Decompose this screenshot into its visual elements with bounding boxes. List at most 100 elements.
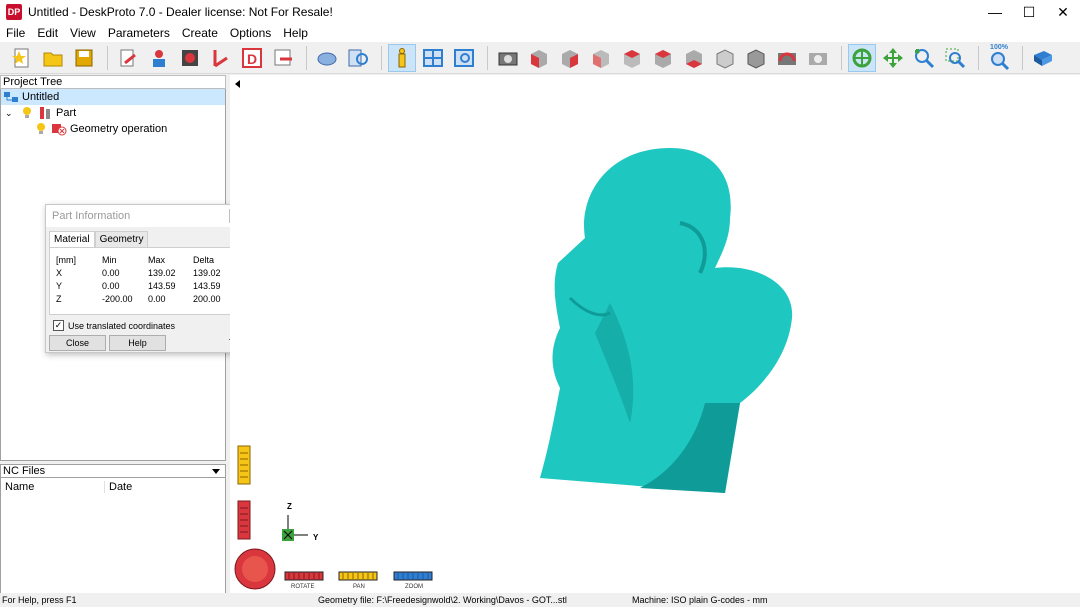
toolbar-separator (487, 45, 488, 70)
menu-view[interactable]: View (64, 26, 102, 40)
view-left-button[interactable] (587, 44, 615, 72)
wizard-button[interactable] (114, 44, 142, 72)
zoom-bar-icon[interactable] (393, 571, 433, 581)
nc-files-header: NC Files (0, 464, 226, 478)
3d-button[interactable] (176, 44, 204, 72)
view-right-button[interactable] (618, 44, 646, 72)
project-tree-header: Project Tree (0, 75, 226, 89)
menu-parameters[interactable]: Parameters (102, 26, 176, 40)
help-dialog-button[interactable]: Help (109, 335, 166, 351)
rotate-bar-icon[interactable] (284, 571, 324, 581)
title-bar: DP Untitled - DeskProto 7.0 - Dealer lic… (0, 0, 1080, 24)
pan-bar-icon[interactable] (338, 571, 378, 581)
d-icon: D (242, 47, 262, 68)
view-iso-button[interactable] (711, 44, 739, 72)
tree-item-part[interactable]: ⌄ Part (1, 105, 225, 121)
rotate-mode-button[interactable] (848, 43, 876, 72)
book-icon (1034, 50, 1052, 66)
layout-button[interactable] (419, 44, 447, 72)
column-date[interactable]: Date (109, 481, 132, 493)
import-button[interactable] (145, 44, 173, 72)
dialog-tabs: Material Geometry (49, 231, 149, 247)
rotate-view-button[interactable] (773, 44, 801, 72)
open-folder-icon (43, 52, 63, 66)
camera-button[interactable] (494, 44, 522, 72)
tree-item-geometry-operation[interactable]: Geometry operation (1, 121, 225, 137)
menu-create[interactable]: Create (176, 26, 224, 40)
view-front-button[interactable] (525, 44, 553, 72)
3d-viewport[interactable]: Z Y ROTATE PAN ZOOM (230, 75, 1080, 593)
axis-triad-icon (282, 515, 308, 541)
camera-icon (498, 52, 518, 65)
zoom-mode-button[interactable] (910, 44, 938, 72)
view-button[interactable] (450, 44, 478, 72)
tree-item-label: Geometry operation (70, 123, 168, 135)
checkbox-label: Use translated coordinates (68, 320, 176, 331)
dropdown-arrow-icon[interactable] (212, 469, 220, 474)
view-top-button[interactable] (649, 44, 677, 72)
view-back-button[interactable] (556, 44, 584, 72)
red-slider-icon[interactable] (237, 500, 251, 540)
menu-help[interactable]: Help (277, 26, 314, 40)
view-bottom-button[interactable] (680, 44, 708, 72)
save-button[interactable] (70, 44, 98, 72)
yellow-slider-icon[interactable] (237, 445, 251, 485)
zoom-window-button[interactable] (941, 44, 969, 72)
maximize-button[interactable]: ☐ (1012, 0, 1046, 24)
close-button[interactable]: ✕ (1046, 0, 1080, 24)
viewport-side-strip (230, 75, 254, 593)
vector-button[interactable] (207, 44, 235, 72)
translated-coords-checkbox[interactable]: ✓ (53, 320, 64, 331)
collapse-arrow-icon[interactable] (233, 79, 243, 89)
column-name[interactable]: Name (5, 481, 105, 493)
export-button[interactable] (269, 44, 297, 72)
view-front-icon (531, 49, 547, 68)
new-file-icon (12, 48, 29, 67)
view-right-icon (624, 49, 640, 68)
translated-coords-row: ✓ Use translated coordinates (53, 320, 175, 331)
tree-item-untitled[interactable]: Untitled (1, 89, 225, 105)
menu-edit[interactable]: Edit (31, 26, 64, 40)
cell: X (56, 268, 63, 278)
minimize-button[interactable]: — (978, 0, 1012, 24)
find-button[interactable] (344, 44, 372, 72)
toolbar-separator (107, 45, 108, 70)
rotate-dial-icon[interactable] (233, 547, 277, 591)
close-dialog-button[interactable]: Close (49, 335, 106, 351)
view-iso2-button[interactable] (742, 44, 770, 72)
view-top-icon (655, 49, 671, 68)
header-max: Max (148, 255, 166, 265)
nc-files-list[interactable]: Name Date (0, 478, 226, 594)
zoom-window-icon (945, 48, 966, 68)
help-book-button[interactable] (1029, 44, 1057, 72)
menu-bar: File Edit View Parameters Create Options… (0, 24, 1080, 42)
camera-reset-icon (809, 52, 827, 65)
info-button[interactable] (388, 43, 416, 72)
pan-mode-button[interactable] (879, 44, 907, 72)
open-button[interactable] (39, 44, 67, 72)
part-icon (317, 52, 337, 65)
new-button[interactable] (8, 44, 36, 72)
chevron-down-icon[interactable]: ⌄ (5, 108, 15, 119)
part-button[interactable] (313, 44, 341, 72)
status-help: For Help, press F1 (2, 595, 77, 605)
lightbulb-icon[interactable] (21, 106, 33, 120)
toolbar-separator (841, 45, 842, 70)
vector-icon (213, 49, 228, 67)
menu-file[interactable]: File (0, 26, 31, 40)
part-information-dialog: Part Information Material Geometry [mm] … (45, 204, 246, 353)
d-button[interactable]: D (238, 44, 266, 72)
view-iso2-icon (747, 48, 765, 69)
rotate-icon (778, 52, 796, 65)
zoom-label: ZOOM (405, 584, 423, 590)
3d-icon (182, 49, 198, 66)
menu-options[interactable]: Options (224, 26, 277, 40)
bust-model[interactable] (530, 143, 830, 503)
camera-reset-button[interactable] (804, 44, 832, 72)
cell: 139.02 (148, 268, 176, 278)
tab-material[interactable]: Material (49, 231, 95, 247)
tab-geometry[interactable]: Geometry (94, 231, 149, 247)
view-back-icon (562, 49, 578, 68)
lightbulb-icon[interactable] (35, 122, 47, 136)
zoom-100-button[interactable]: 100% (985, 44, 1013, 72)
